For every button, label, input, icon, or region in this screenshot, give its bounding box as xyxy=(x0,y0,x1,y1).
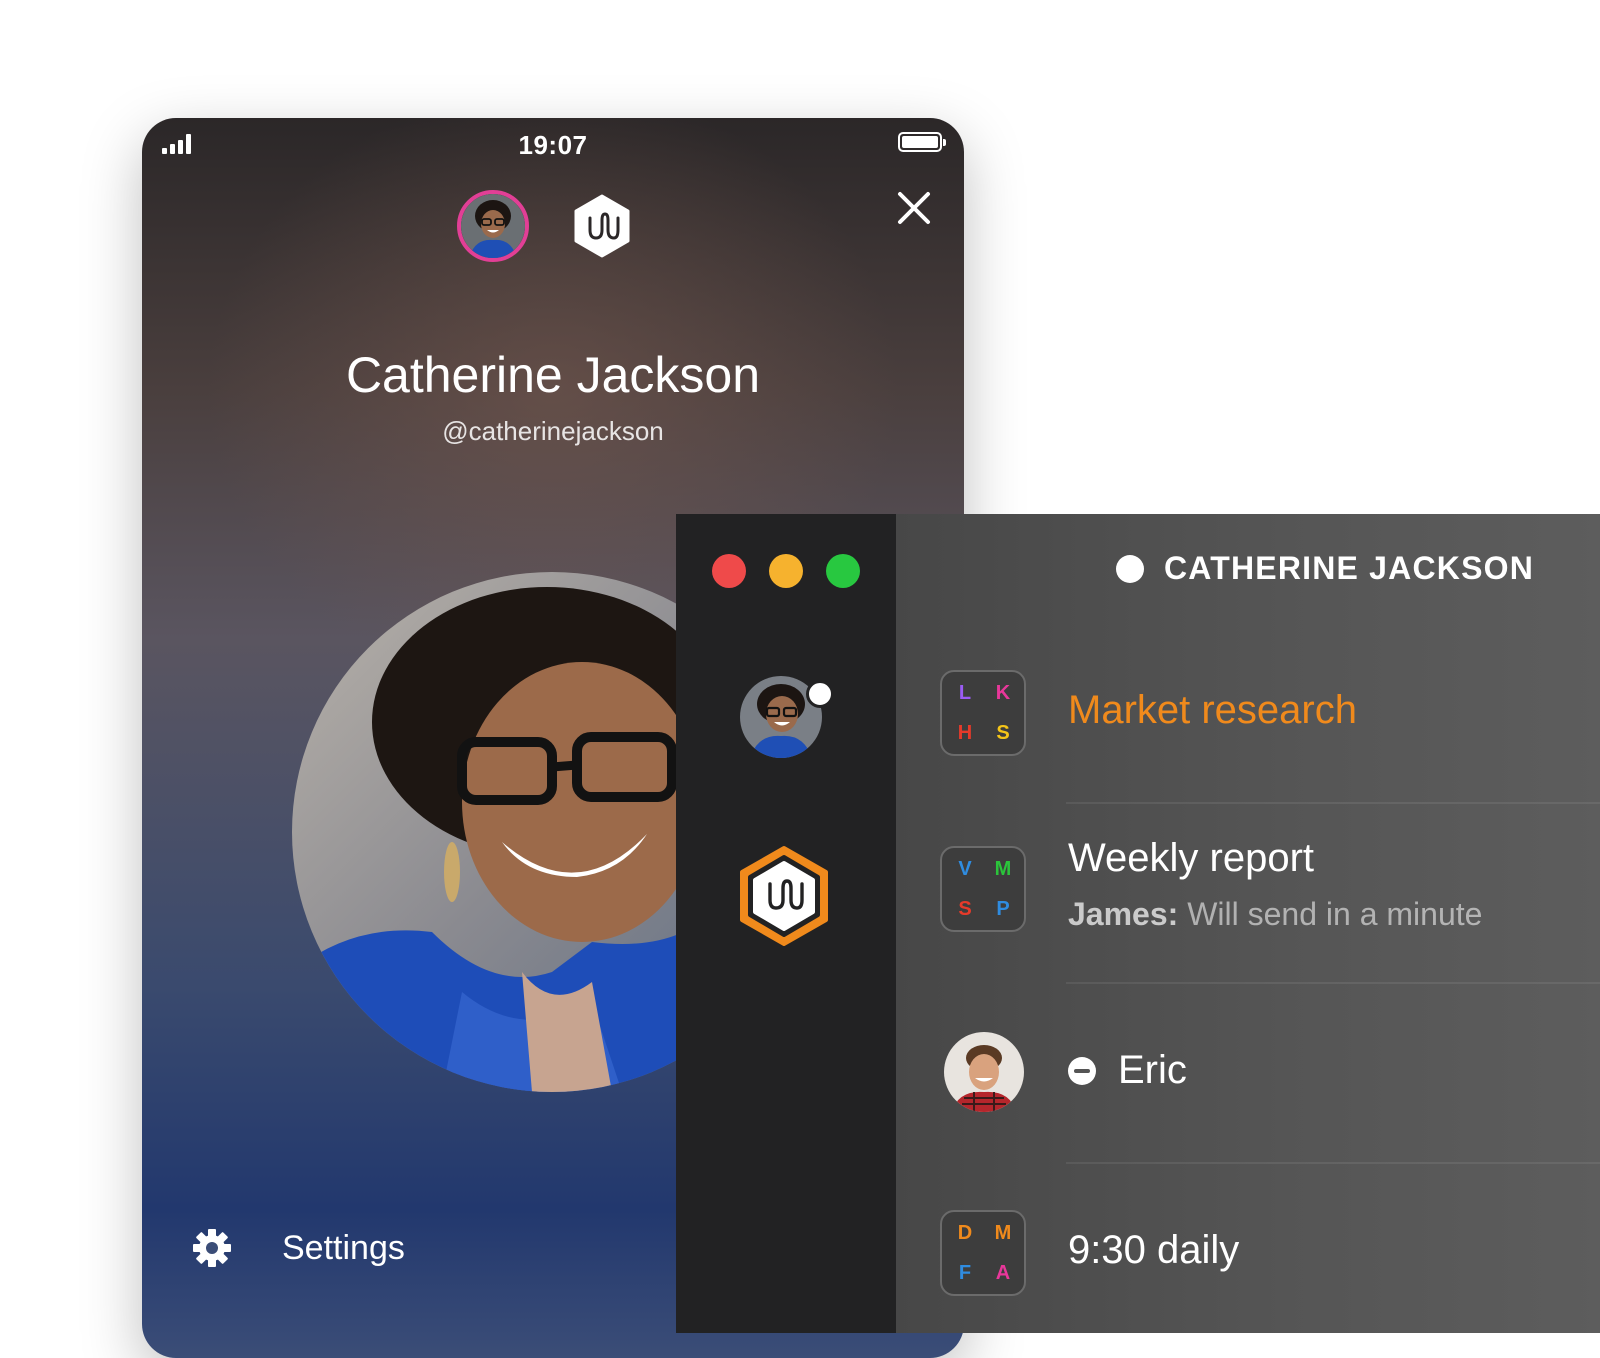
battery-icon xyxy=(898,132,946,152)
initial-d: D xyxy=(957,1222,973,1244)
initial-a: A xyxy=(995,1262,1011,1284)
profile-handle: @catherinejackson xyxy=(442,416,664,446)
close-window-button[interactable] xyxy=(712,554,746,588)
conversation-item-market-research[interactable]: L K H S Market research xyxy=(896,624,1600,804)
initial-m: M xyxy=(994,858,1012,880)
initial-v: V xyxy=(958,858,972,880)
initial-h: H xyxy=(957,722,973,744)
maximize-window-button[interactable] xyxy=(826,554,860,588)
profile-name: Catherine Jackson xyxy=(345,347,761,403)
message-text: Will send in a minute xyxy=(1178,896,1483,932)
close-icon[interactable] xyxy=(896,190,932,226)
initial-s: S xyxy=(958,898,972,920)
header-user-name: CATHERINE JACKSON xyxy=(1164,550,1535,586)
contact-avatar xyxy=(944,1032,1024,1112)
conversation-list-panel: CATHERINE JACKSON L K H S Market researc… xyxy=(896,514,1600,1333)
conversation-title: Market research xyxy=(1068,688,1357,732)
conversation-item-daily[interactable]: D M F A 9:30 daily xyxy=(896,1164,1600,1333)
panel-header: CATHERINE JACKSON xyxy=(896,514,1600,614)
group-avatar-tile: V M S P xyxy=(940,846,1026,932)
gear-icon xyxy=(192,1228,232,1268)
conversation-item-eric[interactable]: Eric xyxy=(896,984,1600,1164)
group-avatar-tile: L K H S xyxy=(940,670,1026,756)
do-not-disturb-icon xyxy=(1068,1057,1096,1085)
conversation-item-weekly-report[interactable]: V M S P Weekly report James: Will send i… xyxy=(896,804,1600,984)
status-time: 19:07 xyxy=(518,130,588,160)
initial-p: P xyxy=(996,898,1010,920)
conversation-title: Weekly report xyxy=(1068,836,1315,880)
settings-button[interactable]: Settings xyxy=(192,1218,405,1278)
settings-label: Settings xyxy=(282,1228,405,1267)
wire-logo-icon[interactable] xyxy=(570,194,634,258)
initial-m: M xyxy=(994,1222,1012,1244)
group-avatar-tile: D M F A xyxy=(940,1210,1026,1296)
availability-icon[interactable] xyxy=(1116,555,1144,583)
status-bar: 19:07 xyxy=(142,118,964,174)
sidebar xyxy=(676,514,896,1333)
initial-k: K xyxy=(995,682,1011,704)
status-dot xyxy=(806,680,834,708)
conversation-title: 9:30 daily xyxy=(1068,1228,1240,1272)
sidebar-wire-team-icon[interactable] xyxy=(736,844,832,948)
conversation-title: Eric xyxy=(1118,1048,1187,1092)
profile-avatar-small[interactable] xyxy=(457,190,529,262)
initial-l: L xyxy=(958,682,972,704)
initial-s: S xyxy=(996,722,1010,744)
last-message-preview: James: Will send in a minute xyxy=(1068,896,1482,933)
initial-f: F xyxy=(958,1262,972,1284)
message-sender: James: xyxy=(1068,896,1179,932)
desktop-window: CATHERINE JACKSON L K H S Market researc… xyxy=(676,514,1600,1333)
minimize-window-button[interactable] xyxy=(769,554,803,588)
